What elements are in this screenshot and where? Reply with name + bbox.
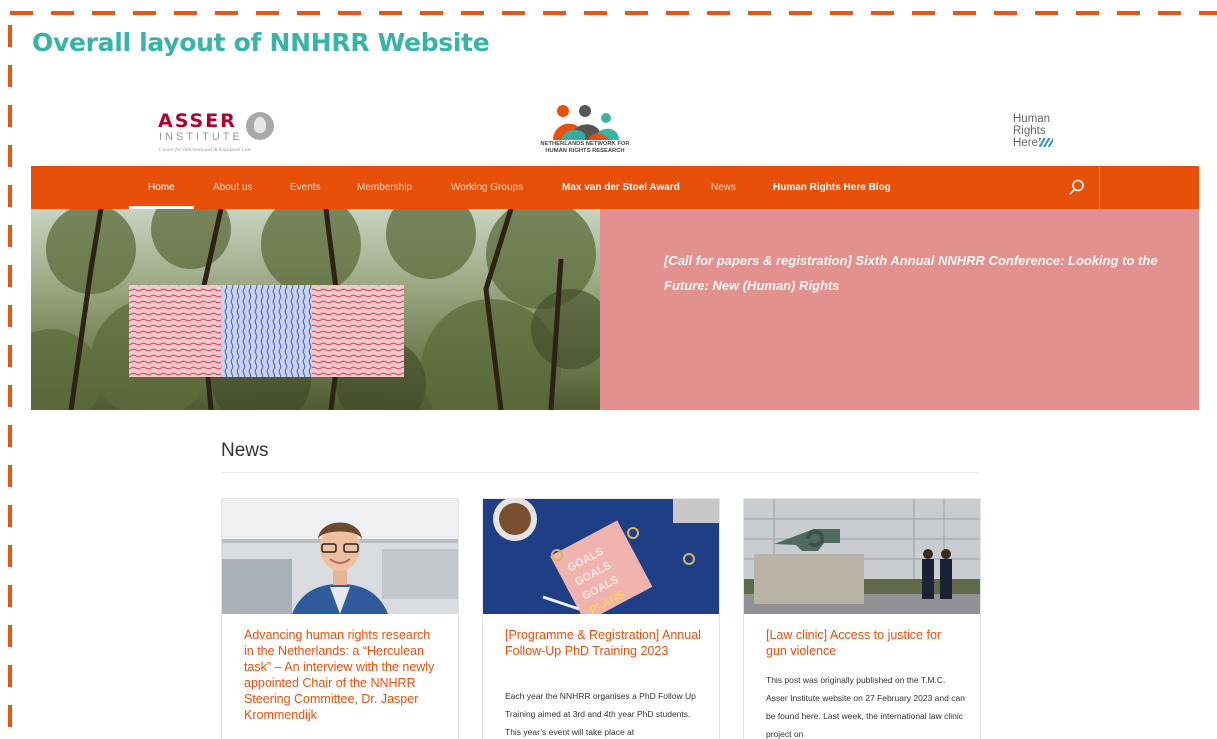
news-divider xyxy=(221,472,978,473)
news-card-image[interactable] xyxy=(222,499,458,614)
hrh-stripes-icon xyxy=(1038,138,1053,147)
nav-news[interactable]: News xyxy=(711,166,736,209)
news-heading: News xyxy=(221,440,269,461)
hrh-line2: Rights xyxy=(1013,125,1046,137)
news-card[interactable]: Advancing human rights research in the N… xyxy=(221,498,459,739)
asser-head-icon xyxy=(246,112,274,140)
nnhrr-logo[interactable]: NETHERLANDS NETWORK FOR HUMAN RIGHTS RES… xyxy=(533,104,637,162)
nav-about-us[interactable]: About us xyxy=(213,166,252,209)
nav-home[interactable]: Home xyxy=(129,166,194,209)
nav-events[interactable]: Events xyxy=(290,166,321,209)
asser-logo-name: ASSER xyxy=(158,110,237,132)
news-card-image[interactable]: GOALS GOALS GOALS PLANS xyxy=(483,499,719,614)
nnhrr-logo-line1: NETHERLANDS NETWORK FOR xyxy=(540,141,630,147)
asser-logo-tagline: Centre for International & European Law xyxy=(159,147,252,153)
news-card-excerpt: Each year the NNHRR organises a PhD Foll… xyxy=(505,691,696,737)
slide-title: Overall layout of NNHRR Website xyxy=(32,28,490,57)
hero-image[interactable] xyxy=(31,209,600,410)
news-card-title[interactable]: Advancing human rights research in the N… xyxy=(244,627,440,723)
news-card-title[interactable]: [Law clinic] Access to justice for gun v… xyxy=(766,627,962,659)
news-card-excerpt: This post was originally published on th… xyxy=(766,675,965,739)
nav-working-groups[interactable]: Working Groups xyxy=(451,166,523,209)
asser-logo-sub: INSTITUTE xyxy=(159,131,243,143)
hero-headline-link[interactable]: [Call for papers & registration] Sixth A… xyxy=(664,248,1184,298)
human-rights-here-logo[interactable]: Human Rights Here xyxy=(1013,113,1053,149)
hrh-line1: Human xyxy=(1013,113,1051,125)
hero-panel: [Call for papers & registration] Sixth A… xyxy=(600,209,1199,410)
dashed-border-top xyxy=(10,11,1217,15)
hrh-line3: Here xyxy=(1013,137,1038,149)
nav-human-rights-here-blog[interactable]: Human Rights Here Blog xyxy=(773,166,891,209)
news-card[interactable]: [Law clinic] Access to justice for gun v… xyxy=(743,498,981,739)
nav-divider xyxy=(1099,166,1100,209)
dashed-border-left xyxy=(8,25,12,733)
main-nav: Home About us Events Membership Working … xyxy=(31,166,1199,209)
nav-membership[interactable]: Membership xyxy=(357,166,412,209)
nnhrr-logo-line2: HUMAN RIGHTS RESEARCH xyxy=(545,148,625,154)
news-card-image[interactable] xyxy=(744,499,980,614)
nav-max-van-der-stoel-award[interactable]: Max van der Stoel Award xyxy=(562,166,680,209)
nnhrr-logo-text: NETHERLANDS NETWORK FOR HUMAN RIGHTS RES… xyxy=(533,141,637,155)
nnhrr-people-icon xyxy=(553,105,619,140)
news-card[interactable]: GOALS GOALS GOALS PLANS [Programme & Reg… xyxy=(482,498,720,739)
search-icon[interactable] xyxy=(1068,178,1086,196)
news-card-title[interactable]: [Programme & Registration] Annual Follow… xyxy=(505,627,701,659)
asser-institute-logo[interactable]: ASSER INSTITUTE Centre for International… xyxy=(158,110,283,158)
